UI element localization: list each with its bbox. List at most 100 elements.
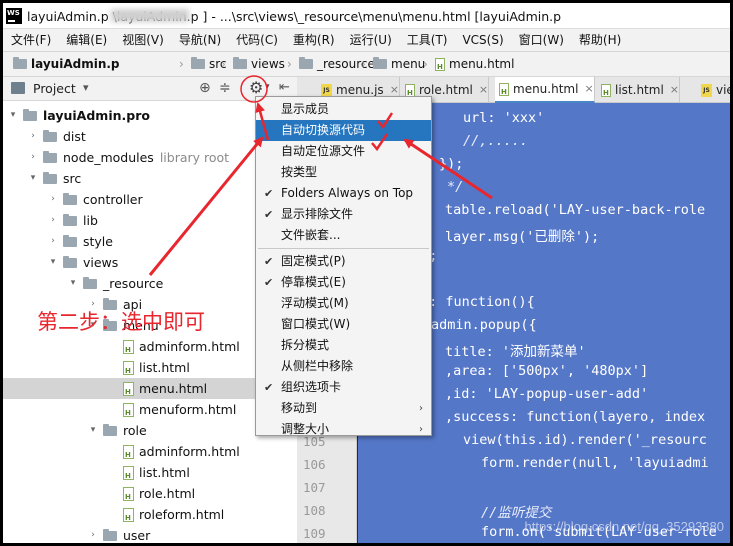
chevron-down-icon[interactable]: ▾ <box>83 81 89 94</box>
tree-item-label: dist <box>63 129 86 144</box>
folder-icon <box>63 255 77 268</box>
tree-file-item[interactable]: list.html <box>3 357 297 378</box>
breadcrumb-item[interactable]: views <box>233 57 285 71</box>
popup-menu-item[interactable]: 文件嵌套... <box>256 225 431 246</box>
code-line: }); <box>439 156 464 172</box>
menu-item[interactable]: 运行(U) <box>350 29 407 51</box>
expand-arrow-icon[interactable]: › <box>47 210 59 231</box>
close-tab-icon[interactable]: × <box>584 76 593 102</box>
checkmark-icon: ✔ <box>264 208 274 221</box>
tree-file-item[interactable]: roleform.html <box>3 504 297 525</box>
code-line: admin.popup({ <box>431 317 537 333</box>
project-panel-title[interactable]: Project <box>33 81 76 96</box>
tree-folder-item[interactable]: ▾ views <box>3 252 297 273</box>
tree-folder-item[interactable]: › controller <box>3 189 297 210</box>
tree-folder-item[interactable]: ▾ role <box>3 420 297 441</box>
tree-file-item[interactable]: adminform.html <box>3 336 297 357</box>
hide-panel-icon[interactable]: ⇤ <box>279 80 290 95</box>
folder-icon <box>13 57 27 69</box>
code-line: //,..... <box>463 133 529 149</box>
tree-folder-item[interactable]: › user <box>3 525 297 543</box>
menu-item[interactable]: 视图(V) <box>122 29 179 51</box>
menu-item[interactable]: 帮助(H) <box>579 29 636 51</box>
popup-menu-item[interactable]: 从侧栏中移除 <box>256 356 431 377</box>
breadcrumb-project[interactable]: layuiAdmin.p <box>13 57 120 71</box>
menu-item[interactable]: 文件(F) <box>11 29 66 51</box>
expand-arrow-icon[interactable]: ▾ <box>67 273 79 294</box>
popup-menu-item[interactable]: ✔ 组织选项卡 <box>256 377 431 398</box>
breadcrumb-item[interactable]: menu.html <box>435 57 514 71</box>
editor-tab[interactable]: JSvie <box>697 77 730 103</box>
tree-file-item[interactable]: menu.html <box>3 378 297 399</box>
popup-menu-item[interactable]: 自动切换源代码 <box>256 120 431 141</box>
tree-folder-item[interactable]: ▾ _resource <box>3 273 297 294</box>
expand-arrow-icon[interactable]: ▾ <box>7 105 19 126</box>
expand-arrow-icon[interactable]: ▾ <box>27 168 39 189</box>
popup-menu-item[interactable]: ✔ 显示排除文件 <box>256 204 431 225</box>
close-tab-icon[interactable]: × <box>670 77 679 103</box>
popup-menu-item[interactable]: ✔ 停靠模式(E) <box>256 272 431 293</box>
html-file-icon <box>123 360 134 375</box>
code-line: ,area: ['500px', '480px'] <box>445 363 649 379</box>
tree-folder-item[interactable]: ▾ layuiAdmin.pro <box>3 105 297 126</box>
popup-menu-item[interactable]: 拆分模式 <box>256 335 431 356</box>
folder-icon <box>299 57 313 69</box>
popup-menu-item[interactable]: 显示成员 <box>256 99 431 120</box>
tree-file-item[interactable]: list.html <box>3 462 297 483</box>
expand-arrow-icon[interactable]: › <box>47 231 59 252</box>
code-line: url: 'xxx' <box>463 110 545 126</box>
editor-tab[interactable]: menu.html× <box>495 77 595 103</box>
collapse-all-icon[interactable]: ≑ <box>219 80 231 96</box>
menu-item[interactable]: 导航(N) <box>179 29 236 51</box>
tree-folder-item[interactable]: › node_modules library root <box>3 147 297 168</box>
code-line: view(this.id).render('_resourc <box>463 432 707 448</box>
tree-folder-item[interactable]: › lib <box>3 210 297 231</box>
close-tab-icon[interactable]: × <box>479 77 488 103</box>
html-file-icon <box>123 444 134 459</box>
popup-menu-item[interactable]: 调整大小 › <box>256 419 431 440</box>
menu-item[interactable]: VCS(S) <box>462 29 518 51</box>
expand-arrow-icon[interactable]: ▾ <box>87 420 99 441</box>
menu-item[interactable]: 重构(R) <box>293 29 350 51</box>
code-line: //监听提交 <box>481 505 552 521</box>
popup-menu-item[interactable]: 窗口模式(W) <box>256 314 431 335</box>
menu-item[interactable]: 工具(T) <box>407 29 463 51</box>
html-file-icon <box>499 82 509 96</box>
breadcrumb-separator: › <box>221 57 226 71</box>
tree-item-label: views <box>83 255 119 270</box>
menu-item[interactable]: 编辑(E) <box>66 29 122 51</box>
popup-menu-item[interactable]: 自动定位源文件 <box>256 141 431 162</box>
locate-icon[interactable]: ⊕ <box>199 80 211 96</box>
expand-arrow-icon[interactable]: ▾ <box>47 252 59 273</box>
tree-file-item[interactable]: menuform.html <box>3 399 297 420</box>
tree-folder-item[interactable]: ▾ src <box>3 168 297 189</box>
menu-divider <box>258 248 429 249</box>
tree-folder-item[interactable]: › style <box>3 231 297 252</box>
menu-item[interactable]: 窗口(W) <box>519 29 579 51</box>
folder-icon <box>103 528 117 541</box>
breadcrumb-separator: › <box>179 57 184 71</box>
gear-dropdown-icon[interactable]: ▾ <box>265 82 270 92</box>
tree-file-item[interactable]: adminform.html <box>3 441 297 462</box>
gear-icon[interactable]: ⚙ <box>249 78 263 97</box>
expand-arrow-icon[interactable]: › <box>47 189 59 210</box>
tree-folder-item[interactable]: › dist <box>3 126 297 147</box>
popup-menu-item[interactable]: ✔ Folders Always on Top <box>256 183 431 204</box>
tree-item-label: role.html <box>139 486 196 501</box>
expand-arrow-icon[interactable]: › <box>27 147 39 168</box>
popup-menu-item[interactable]: 按类型 <box>256 162 431 183</box>
popup-menu-item[interactable]: 浮动模式(M) <box>256 293 431 314</box>
popup-menu-item[interactable]: 移动到 › <box>256 398 431 419</box>
ide-window: WS layuiAdmin.p \layuiAdmin.p ] - ...\sr… <box>3 3 730 543</box>
popup-menu-item[interactable]: ✔ 固定模式(P) <box>256 251 431 272</box>
project-panel-icon <box>11 82 25 94</box>
breadcrumb-separator: › <box>287 57 292 71</box>
html-file-icon <box>123 381 134 396</box>
expand-arrow-icon[interactable]: › <box>27 126 39 147</box>
expand-arrow-icon[interactable]: › <box>87 525 99 543</box>
menu-item[interactable]: 代码(C) <box>236 29 293 51</box>
tree-file-item[interactable]: role.html <box>3 483 297 504</box>
code-line: ,success: function(layero, index <box>445 409 706 425</box>
breadcrumb-item[interactable]: menu <box>373 57 425 71</box>
editor-tab[interactable]: list.html× <box>597 77 680 103</box>
